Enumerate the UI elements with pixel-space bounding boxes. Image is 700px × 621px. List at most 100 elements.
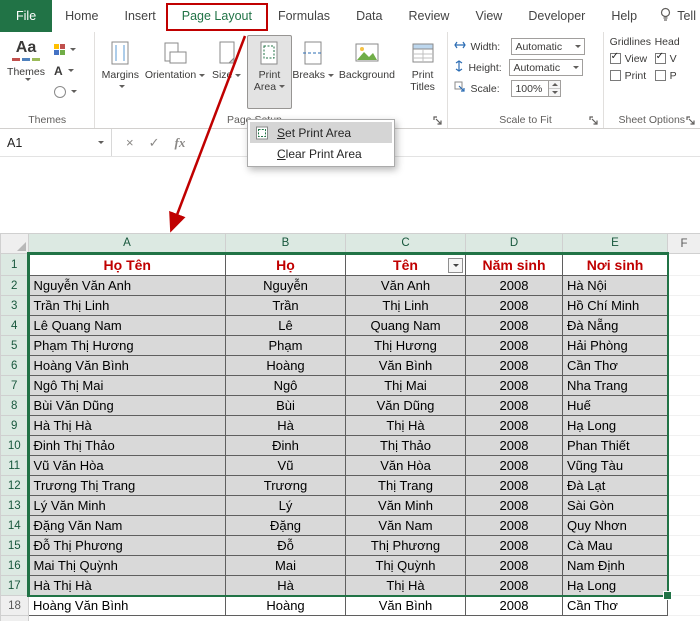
cell[interactable]: Hoàng Văn Bình [28, 595, 226, 616]
cell[interactable]: Thị Linh [345, 295, 466, 316]
cell[interactable]: 2008 [465, 415, 563, 436]
tab-home[interactable]: Home [52, 0, 111, 32]
cell[interactable] [667, 575, 700, 596]
row-header-2[interactable]: 2 [0, 275, 30, 296]
cell[interactable]: Văn Bình [345, 595, 466, 616]
cell[interactable]: Văn Nam [345, 515, 466, 536]
cell[interactable]: Nguyễn [225, 275, 346, 296]
tab-help[interactable]: Help [598, 0, 650, 32]
cell[interactable]: Thị Hà [345, 415, 466, 436]
cell[interactable] [225, 615, 346, 621]
spinner-arrows[interactable] [549, 80, 562, 97]
print-area-button[interactable]: Print Area [246, 35, 293, 109]
column-header-D[interactable]: D [465, 233, 563, 255]
cell[interactable]: 2008 [465, 275, 563, 296]
cell[interactable]: Quy Nhơn [562, 515, 668, 536]
cell[interactable]: Đặng [225, 515, 346, 536]
cell[interactable] [345, 615, 466, 621]
cell[interactable]: Bùi [225, 395, 346, 416]
cell[interactable]: Hà [225, 575, 346, 596]
tab-file[interactable]: File [0, 0, 53, 32]
cell[interactable]: Hà [225, 415, 346, 436]
cell[interactable]: Nha Trang [562, 375, 668, 396]
cell[interactable]: Hoàng [225, 355, 346, 376]
cell[interactable]: Hà Thị Hà [28, 575, 226, 596]
cell[interactable]: Trương [225, 475, 346, 496]
cell[interactable] [667, 515, 700, 536]
cell[interactable]: Thị Hà [345, 575, 466, 596]
cell[interactable]: 2008 [465, 535, 563, 556]
tell-me-box[interactable]: Tell [651, 0, 700, 32]
menu-item-clear-print-area[interactable]: Clear Print Area [250, 143, 392, 164]
print-titles-button[interactable]: Print Titles [400, 35, 446, 109]
cell[interactable]: Thị Phương [345, 535, 466, 556]
row-header-4[interactable]: 4 [0, 315, 30, 336]
gridlines-view-checkbox[interactable]: View [609, 50, 655, 67]
cell[interactable]: Phan Thiết [562, 435, 668, 456]
headings-print-checkbox[interactable]: P [654, 67, 700, 84]
cell[interactable]: Đặng Văn Nam [28, 515, 226, 536]
cell[interactable]: Cần Thơ [562, 595, 668, 616]
cell[interactable]: Vũ [225, 455, 346, 476]
tab-review[interactable]: Review [395, 0, 462, 32]
row-header-10[interactable]: 10 [0, 435, 30, 456]
cell[interactable] [667, 555, 700, 576]
column-header-B[interactable]: B [225, 233, 346, 255]
column-header-F[interactable]: F [667, 233, 700, 254]
tab-data[interactable]: Data [343, 0, 395, 32]
cell[interactable]: Lê Quang Nam [28, 315, 226, 336]
cell[interactable]: Thị Trang [345, 475, 466, 496]
cell[interactable]: Quang Nam [345, 315, 466, 336]
orientation-button[interactable]: Orientation [143, 35, 207, 109]
cell[interactable]: Đỗ [225, 535, 346, 556]
name-box[interactable]: A1 [0, 129, 112, 156]
row-header-8[interactable]: 8 [0, 395, 30, 416]
cell[interactable] [667, 335, 700, 356]
page-setup-dialog-launcher[interactable] [433, 114, 444, 125]
tab-view[interactable]: View [462, 0, 515, 32]
scale-stepper[interactable]: 100% [511, 80, 562, 97]
cell[interactable]: Phạm [225, 335, 346, 356]
cell[interactable]: 2008 [465, 375, 563, 396]
cell[interactable] [465, 615, 563, 621]
cell[interactable]: 2008 [465, 495, 563, 516]
cell[interactable]: Văn Bình [345, 355, 466, 376]
cancel-button[interactable]: × [126, 135, 134, 150]
cell[interactable]: Phạm Thị Hương [28, 335, 226, 356]
cell[interactable]: Thị Mai [345, 375, 466, 396]
cell[interactable] [667, 535, 700, 556]
cell[interactable] [667, 253, 700, 276]
cell[interactable]: Huế [562, 395, 668, 416]
headings-view-checkbox[interactable]: V [654, 50, 700, 67]
background-button[interactable]: Background [334, 35, 400, 109]
tab-insert[interactable]: Insert [112, 0, 169, 32]
tab-developer[interactable]: Developer [515, 0, 598, 32]
row-header-17[interactable]: 17 [0, 575, 30, 596]
cell[interactable]: Vũ Văn Hòa [28, 455, 226, 476]
theme-colors-button[interactable] [50, 39, 84, 60]
cell[interactable] [28, 615, 226, 621]
cell[interactable]: Văn Hòa [345, 455, 466, 476]
themes-button[interactable]: Aa Themes [2, 35, 50, 109]
cell[interactable] [667, 375, 700, 396]
cell[interactable] [667, 295, 700, 316]
row-header-13[interactable]: 13 [0, 495, 30, 516]
cell[interactable]: Lý [225, 495, 346, 516]
cell[interactable] [667, 495, 700, 516]
margins-button[interactable]: Margins [97, 35, 143, 109]
gridlines-print-checkbox[interactable]: Print [609, 67, 655, 84]
cell[interactable]: Vũng Tàu [562, 455, 668, 476]
row-header-14[interactable]: 14 [0, 515, 30, 536]
theme-fonts-button[interactable]: A [50, 60, 84, 81]
column-header-C[interactable]: C [345, 233, 466, 255]
cell[interactable]: Thị Thảo [345, 435, 466, 456]
cell[interactable]: Văn Dũng [345, 395, 466, 416]
row-header-18[interactable]: 18 [0, 595, 29, 616]
cell[interactable]: Đinh [225, 435, 346, 456]
cell[interactable]: Thị Quỳnh [345, 555, 466, 576]
cell[interactable] [667, 595, 700, 616]
row-header-15[interactable]: 15 [0, 535, 30, 556]
cell[interactable]: 2008 [465, 575, 563, 596]
cell[interactable] [667, 395, 700, 416]
tab-formulas[interactable]: Formulas [265, 0, 343, 32]
